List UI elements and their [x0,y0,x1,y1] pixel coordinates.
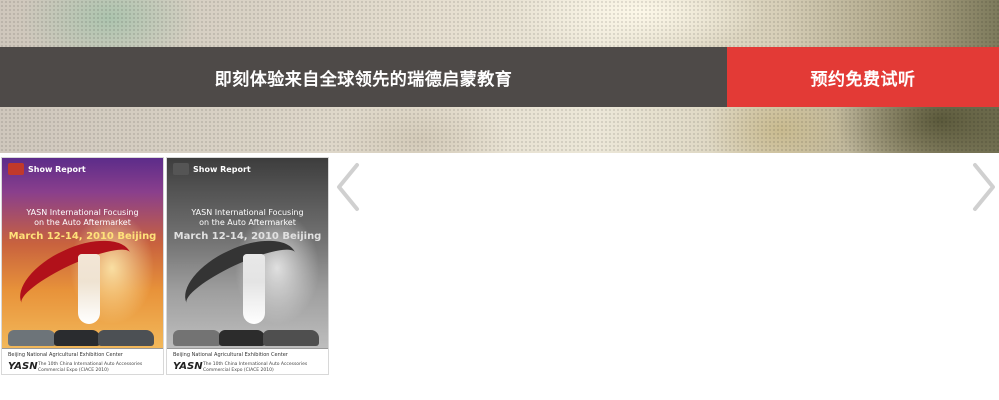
poster-figure [243,254,265,324]
poster-expo: The 10th China International Auto Access… [203,362,308,373]
yasn-logo: YASN [8,361,38,372]
gallery-thumbnail[interactable]: Show Report YASN International Focusing … [166,157,329,375]
poster-footer: Beijing National Agricultural Exhibition… [2,348,163,374]
poster-venue: Beijing National Agricultural Exhibition… [8,352,123,358]
gallery-thumbnail[interactable]: Show Report YASN International Focusing … [1,157,164,375]
show-logo-icon [8,163,24,175]
poster-header: Show Report [173,163,251,175]
banner-headline: 即刻体验来自全球领先的瑞德启蒙教育 [0,47,727,107]
poster-title-line2: on the Auto Aftermarket [199,218,296,227]
chevron-right-icon [973,163,995,211]
gallery-prev-button[interactable] [333,161,363,213]
poster-image: Show Report YASN International Focusing … [167,158,328,374]
poster-image: Show Report YASN International Focusing … [2,158,163,374]
show-logo-icon [173,163,189,175]
poster-cars [167,318,328,348]
poster-venue: Beijing National Agricultural Exhibition… [173,352,288,358]
poster-footer: Beijing National Agricultural Exhibition… [167,348,328,374]
image-gallery: Show Report YASN International Focusing … [0,155,999,400]
car-image [263,330,319,346]
chevron-left-icon [337,163,359,211]
car-image [8,330,56,346]
poster-title-line2: on the Auto Aftermarket [34,218,131,227]
poster-label: Show Report [193,164,251,174]
poster-date: March 12-14, 2010 Beijing [173,231,322,242]
poster-title-line1: YASN International Focusing [191,208,304,217]
car-image [173,330,221,346]
poster-cars [2,318,163,348]
cta-bar: 即刻体验来自全球领先的瑞德启蒙教育 预约免费试听 [0,47,999,107]
promo-banner: 即刻体验来自全球领先的瑞德启蒙教育 预约免费试听 [0,0,999,153]
car-image [219,330,265,346]
yasn-logo: YASN [173,361,203,372]
gallery-next-button[interactable] [969,161,999,213]
poster-label: Show Report [28,164,86,174]
poster-expo: The 10th China International Auto Access… [38,362,143,373]
car-image [98,330,154,346]
poster-header: Show Report [8,163,86,175]
book-free-trial-button[interactable]: 预约免费试听 [727,47,999,107]
poster-figure [78,254,100,324]
poster-title-line1: YASN International Focusing [26,208,139,217]
car-image [54,330,100,346]
poster-date: March 12-14, 2010 Beijing [8,231,157,242]
